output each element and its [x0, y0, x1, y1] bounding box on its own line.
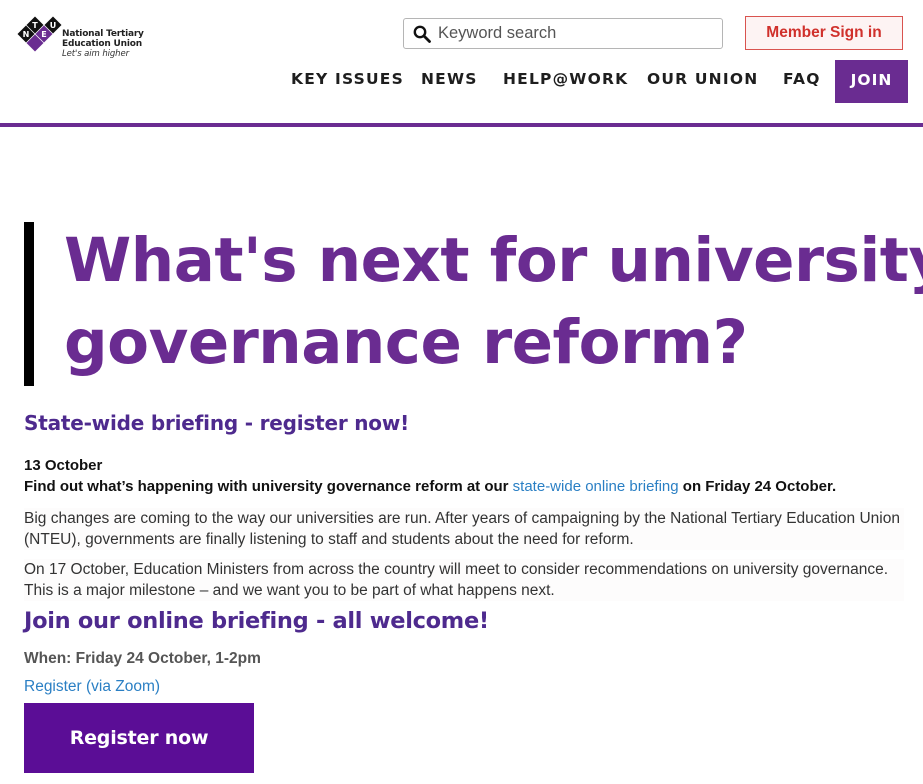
- article-paragraph-1: Big changes are coming to the way our un…: [24, 508, 904, 550]
- nav-key-issues[interactable]: KEY ISSUES: [291, 70, 404, 88]
- site-header: N T E U National Tertiary Education Unio…: [0, 0, 923, 127]
- logo-letter-t: T: [32, 21, 38, 30]
- register-zoom-link[interactable]: Register (via Zoom): [24, 678, 160, 696]
- search-box[interactable]: [403, 18, 723, 49]
- join-briefing-heading: Join our online briefing - all welcome!: [24, 608, 489, 634]
- logo-line-1: National Tertiary: [62, 29, 144, 39]
- lede-text-before: Find out what’s happening with universit…: [24, 478, 513, 495]
- nav-help-at-work[interactable]: HELP@WORK: [503, 70, 628, 88]
- logo-letter-n: N: [23, 30, 30, 39]
- nav-our-union[interactable]: OUR UNION: [647, 70, 758, 88]
- logo-tagline: Let's aim higher: [62, 49, 129, 59]
- search-icon[interactable]: [413, 25, 431, 43]
- logo-line-2: Education Union: [62, 39, 142, 49]
- article-lede: Find out what’s happening with universit…: [24, 478, 836, 495]
- state-wide-briefing-link[interactable]: state-wide online briefing: [513, 478, 679, 495]
- nav-faq[interactable]: FAQ: [783, 70, 821, 88]
- nav-join-button[interactable]: JOIN: [835, 60, 908, 103]
- page-title: What's next for university governance re…: [64, 220, 923, 384]
- briefing-when: When: Friday 24 October, 1-2pm: [24, 650, 261, 667]
- hero-accent-bar: [24, 222, 34, 386]
- logo-wordmark: National Tertiary Education Union Let's …: [62, 29, 144, 59]
- register-now-button[interactable]: Register now: [24, 703, 254, 773]
- main-nav: KEY ISSUES NEWS HELP@WORK OUR UNION FAQ …: [0, 60, 923, 103]
- article-date: 13 October: [24, 457, 103, 474]
- logo-letter-e: E: [41, 30, 46, 39]
- briefing-subheading: State-wide briefing - register now!: [24, 411, 410, 435]
- logo-diamonds-icon: N T E U: [17, 16, 62, 52]
- nteu-logo[interactable]: N T E U National Tertiary Education Unio…: [16, 14, 156, 60]
- page-title-line-1: What's next for university: [64, 225, 923, 296]
- lede-text-after: on Friday 24 October.: [678, 478, 837, 495]
- logo-letter-u: U: [50, 21, 57, 30]
- nav-news[interactable]: NEWS: [421, 70, 478, 88]
- search-input[interactable]: [438, 21, 718, 46]
- page-title-line-2: governance reform?: [64, 307, 748, 378]
- article-paragraph-2: On 17 October, Education Ministers from …: [24, 559, 904, 601]
- member-sign-in-button[interactable]: Member Sign in: [745, 16, 903, 50]
- header-divider: [0, 123, 923, 127]
